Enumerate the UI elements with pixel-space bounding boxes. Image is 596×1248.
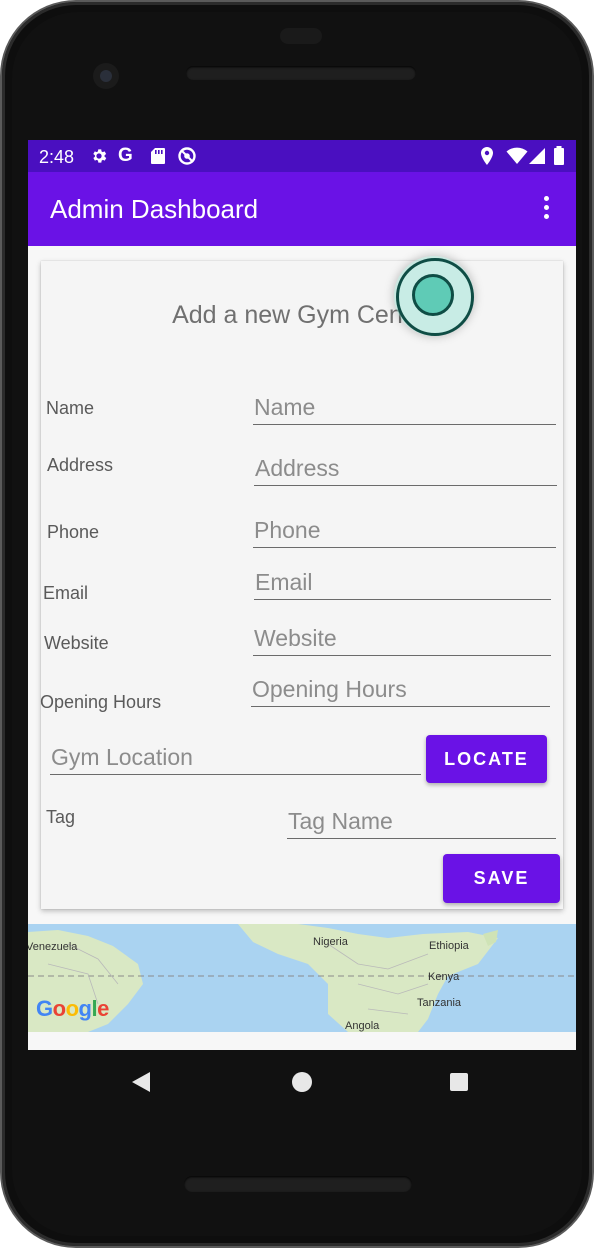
- earpiece-speaker: [186, 66, 416, 80]
- address-field[interactable]: [254, 451, 558, 486]
- status-bar: 2:48 G: [28, 140, 576, 172]
- touch-dot: [412, 274, 454, 316]
- email-input[interactable]: [254, 565, 552, 599]
- sd-card-icon: [150, 146, 166, 166]
- locate-button[interactable]: LOCATE: [426, 735, 547, 783]
- email-label: Email: [43, 583, 89, 603]
- website-input[interactable]: [253, 621, 552, 655]
- app-bar: Admin Dashboard: [28, 172, 576, 246]
- name-label: Name: [46, 398, 95, 418]
- location-icon: [480, 146, 494, 166]
- phone-input[interactable]: [253, 513, 557, 547]
- name-field[interactable]: [253, 390, 557, 425]
- map-label-kenya: Kenya: [428, 971, 460, 983]
- map-label-tanzania: Tanzania: [417, 997, 462, 1009]
- settings-icon: [90, 146, 108, 166]
- gym-location-field[interactable]: [50, 740, 422, 775]
- battery-icon: [553, 146, 565, 166]
- tag-name-input[interactable]: [287, 804, 557, 838]
- bottom-speaker: [184, 1176, 412, 1192]
- address-label: Address: [47, 455, 114, 475]
- home-icon[interactable]: [292, 1072, 312, 1092]
- phone-label: Phone: [47, 522, 100, 542]
- sensor-notch: [280, 28, 322, 44]
- camera-icon: [93, 63, 119, 89]
- website-field[interactable]: [253, 621, 552, 656]
- gym-location-input[interactable]: [50, 740, 422, 774]
- google-g-icon: G: [118, 145, 133, 166]
- google-logo: Google: [36, 996, 109, 1021]
- website-label: Website: [44, 633, 109, 653]
- map-label-ethiopia: Ethiopia: [429, 940, 469, 952]
- more-vert-icon[interactable]: [536, 196, 556, 224]
- map-view[interactable]: Venezuela Nigeria Ethiopia Kenya Tanzani…: [28, 924, 576, 1032]
- wifi-icon: [506, 146, 528, 166]
- signal-icon: [528, 146, 546, 166]
- opening-hours-field[interactable]: [251, 672, 551, 707]
- phone-field[interactable]: [253, 513, 557, 548]
- tag-label: Tag: [46, 807, 76, 827]
- email-field[interactable]: [254, 565, 552, 600]
- map-tiles: [28, 924, 576, 1032]
- touch-indicator: [394, 256, 474, 336]
- opening-hours-input[interactable]: [251, 672, 551, 706]
- tag-name-field[interactable]: [287, 804, 557, 839]
- name-input[interactable]: [253, 390, 557, 424]
- map-label-venezuela: Venezuela: [28, 941, 78, 953]
- system-nav-bar: [28, 1050, 576, 1116]
- data-saver-icon: [177, 146, 197, 166]
- app-title: Admin Dashboard: [50, 194, 259, 224]
- form-title: Add a new Gym Centre: [172, 301, 432, 329]
- recents-icon[interactable]: [450, 1073, 468, 1091]
- opening-hours-label: Opening Hours: [40, 692, 162, 712]
- map-label-nigeria: Nigeria: [313, 936, 348, 948]
- map-label-angola: Angola: [345, 1020, 380, 1032]
- save-button[interactable]: SAVE: [443, 854, 560, 903]
- status-time: 2:48: [39, 147, 75, 167]
- back-icon[interactable]: [132, 1072, 150, 1092]
- address-input[interactable]: [254, 451, 558, 485]
- add-gym-form-card: Add a new Gym Centre Name Address Phone …: [40, 261, 563, 909]
- device-screen: 2:48 G Admin Dashboard Add a new Gym Cen…: [28, 140, 576, 1050]
